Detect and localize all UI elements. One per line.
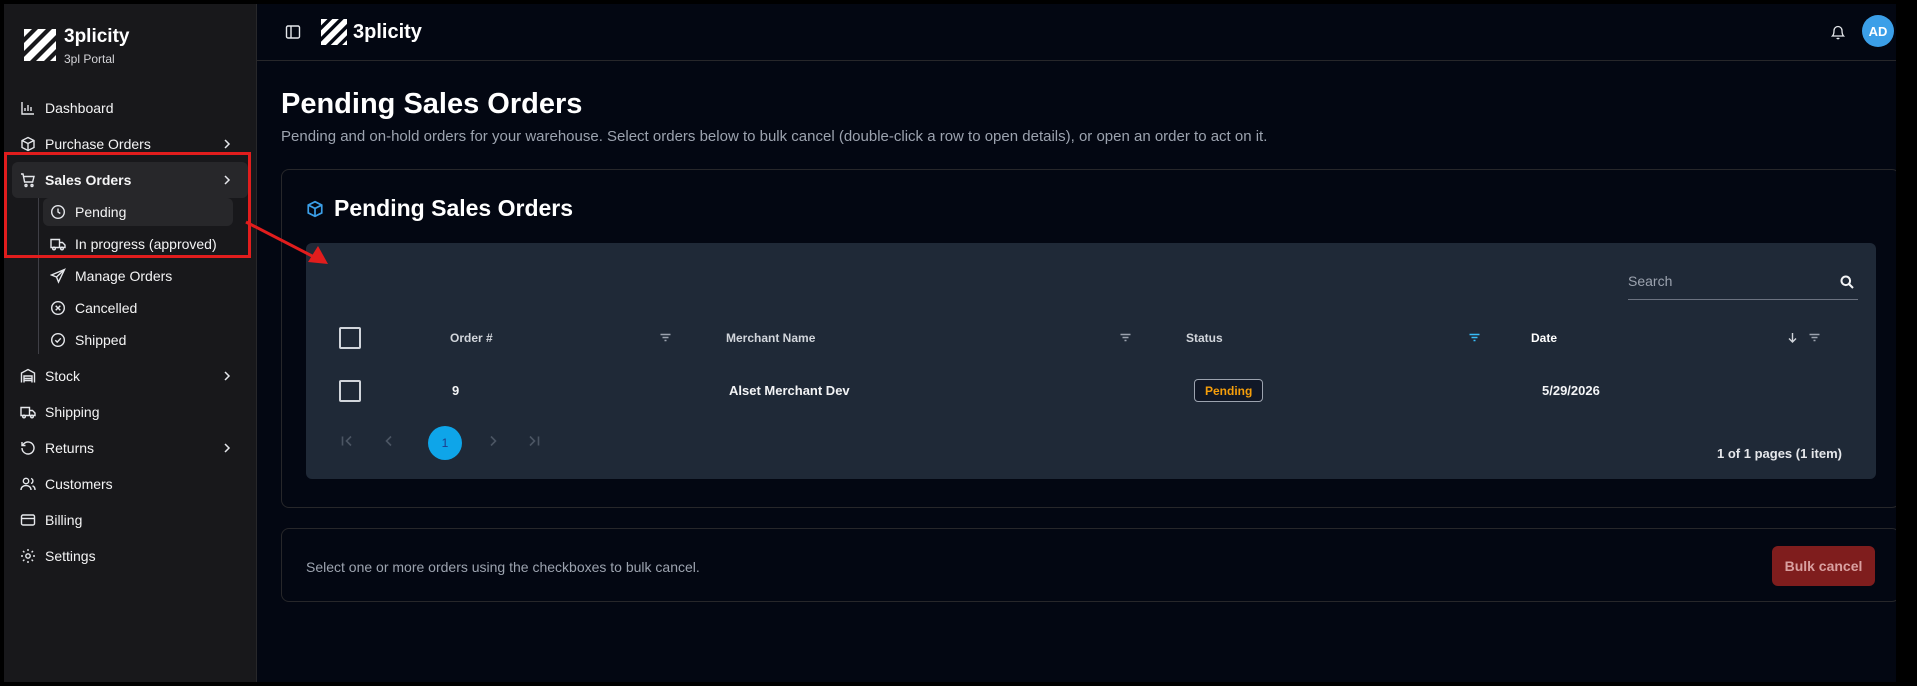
next-page-icon[interactable]	[486, 434, 500, 448]
main-content: 3plicity AD Pending Sales Orders Pending…	[257, 4, 1896, 682]
cell-order-number[interactable]: 9	[452, 383, 459, 398]
row-checkbox[interactable]	[339, 380, 361, 402]
brand-logo-icon	[321, 19, 347, 45]
credit-card-icon	[20, 512, 36, 528]
filter-icon[interactable]	[659, 331, 672, 344]
sidebar-item-customers[interactable]: Customers	[12, 466, 248, 502]
sidebar-item-stock[interactable]: Stock	[12, 358, 248, 394]
last-page-icon[interactable]	[527, 434, 541, 448]
users-icon	[20, 476, 36, 492]
bulk-action-card: Select one or more orders using the chec…	[281, 528, 1896, 602]
select-all-checkbox[interactable]	[339, 327, 361, 349]
page-subtitle: Pending and on-hold orders for your ware…	[281, 128, 1268, 145]
search-icon[interactable]	[1840, 275, 1854, 289]
bulk-cancel-button[interactable]: Bulk cancel	[1772, 546, 1875, 586]
user-avatar[interactable]: AD	[1862, 15, 1894, 47]
subnav-item-label: In progress (approved)	[75, 236, 217, 252]
sort-down-icon[interactable]	[1786, 331, 1799, 344]
sidebar-item-dashboard[interactable]: Dashboard	[12, 90, 248, 126]
sidebar-item-label: Billing	[45, 512, 83, 528]
chevron-right-icon	[224, 371, 231, 381]
package-icon	[20, 136, 36, 152]
truck-icon	[20, 404, 36, 420]
sidebar-item-label: Dashboard	[45, 100, 114, 116]
subnav-item-label: Manage Orders	[75, 268, 173, 284]
sidebar-item-label: Settings	[45, 548, 96, 564]
sidebar-item-label: Purchase Orders	[45, 136, 151, 152]
cell-date[interactable]: 5/29/2026	[1542, 383, 1600, 398]
pager-info: 1 of 1 pages (1 item)	[1717, 446, 1842, 461]
card-title: Pending Sales Orders	[334, 195, 574, 221]
sidebar-item-label: Sales Orders	[45, 172, 132, 188]
sidebar-toggle-icon[interactable]	[285, 24, 301, 40]
subnav-item-label: Pending	[75, 204, 127, 220]
page-title: Pending Sales Orders	[281, 88, 583, 120]
sidebar-item-billing[interactable]: Billing	[12, 502, 248, 538]
top-brand-name: 3plicity	[353, 20, 422, 43]
column-header-date[interactable]: Date	[1531, 331, 1557, 345]
subnav-item-manage-orders[interactable]: Manage Orders	[43, 262, 233, 290]
brand-name: 3plicity	[64, 26, 130, 47]
warehouse-icon	[20, 368, 36, 384]
brand[interactable]: 3plicity 3pl Portal	[4, 4, 256, 90]
grid-search	[1628, 265, 1858, 300]
sidebar-item-label: Shipping	[45, 404, 100, 420]
cart-icon	[20, 172, 36, 188]
subnav-item-label: Shipped	[75, 332, 127, 348]
column-header-status[interactable]: Status	[1186, 331, 1223, 345]
status-badge: Pending	[1194, 379, 1264, 402]
chevron-right-icon	[224, 139, 231, 149]
search-input[interactable]	[1628, 265, 1828, 297]
clock-icon	[50, 204, 66, 220]
brand-logo-icon	[24, 29, 56, 61]
sidebar-item-label: Stock	[45, 368, 81, 384]
sidebar-item-sales-orders[interactable]: Sales Orders	[12, 162, 248, 198]
column-header-order[interactable]: Order #	[450, 331, 493, 345]
send-icon	[50, 268, 66, 284]
sidebar-nav-lower: Stock Shipping Returns Customers Billing	[4, 358, 256, 574]
check-circle-icon	[50, 332, 66, 348]
annotation-arrow-icon	[245, 220, 328, 264]
page-number-button[interactable]: 1	[428, 426, 462, 460]
rotate-ccw-icon	[20, 440, 36, 456]
subnav-item-shipped[interactable]: Shipped	[43, 326, 233, 354]
orders-grid: Order # Merchant Name Status Date 9 Alse…	[306, 243, 1876, 479]
sales-orders-subnav: Pending In progress (approved) Manage Or…	[38, 198, 256, 354]
sidebar-item-label: Returns	[45, 440, 95, 456]
card-header: Pending Sales Orders	[306, 195, 573, 222]
subnav-item-pending[interactable]: Pending	[43, 198, 233, 226]
chevron-right-icon	[224, 443, 231, 453]
bar-chart-icon	[20, 100, 36, 116]
filter-active-icon[interactable]	[1468, 331, 1481, 344]
truck-icon	[50, 236, 66, 252]
sidebar-item-shipping[interactable]: Shipping	[12, 394, 248, 430]
sidebar: 3plicity 3pl Portal Dashboard Purchase O…	[4, 4, 257, 682]
cell-merchant-name[interactable]: Alset Merchant Dev	[729, 383, 850, 398]
chevron-right-icon	[224, 175, 231, 185]
app-frame: 3plicity 3pl Portal Dashboard Purchase O…	[4, 4, 1896, 682]
sidebar-item-returns[interactable]: Returns	[12, 430, 248, 466]
sidebar-item-purchase-orders[interactable]: Purchase Orders	[12, 126, 248, 162]
pending-orders-card: Pending Sales Orders Order # Merchant Na…	[281, 169, 1896, 508]
x-circle-icon	[50, 300, 66, 316]
column-header-merchant[interactable]: Merchant Name	[726, 331, 815, 345]
filter-icon[interactable]	[1808, 331, 1821, 344]
subnav-item-cancelled[interactable]: Cancelled	[43, 294, 233, 322]
first-page-icon[interactable]	[340, 434, 354, 448]
gear-icon	[20, 548, 36, 564]
previous-page-icon[interactable]	[382, 434, 396, 448]
brand-subtitle: 3pl Portal	[64, 52, 115, 66]
subnav-item-in-progress[interactable]: In progress (approved)	[43, 230, 233, 258]
top-bar: 3plicity AD	[257, 4, 1896, 61]
subnav-item-label: Cancelled	[75, 300, 138, 316]
bulk-hint: Select one or more orders using the chec…	[306, 559, 700, 575]
sidebar-item-settings[interactable]: Settings	[12, 538, 248, 574]
bell-icon[interactable]	[1830, 24, 1846, 40]
sidebar-item-label: Customers	[45, 476, 113, 492]
sidebar-nav: Dashboard Purchase Orders Sales Orders	[4, 90, 256, 198]
filter-icon[interactable]	[1119, 331, 1132, 344]
